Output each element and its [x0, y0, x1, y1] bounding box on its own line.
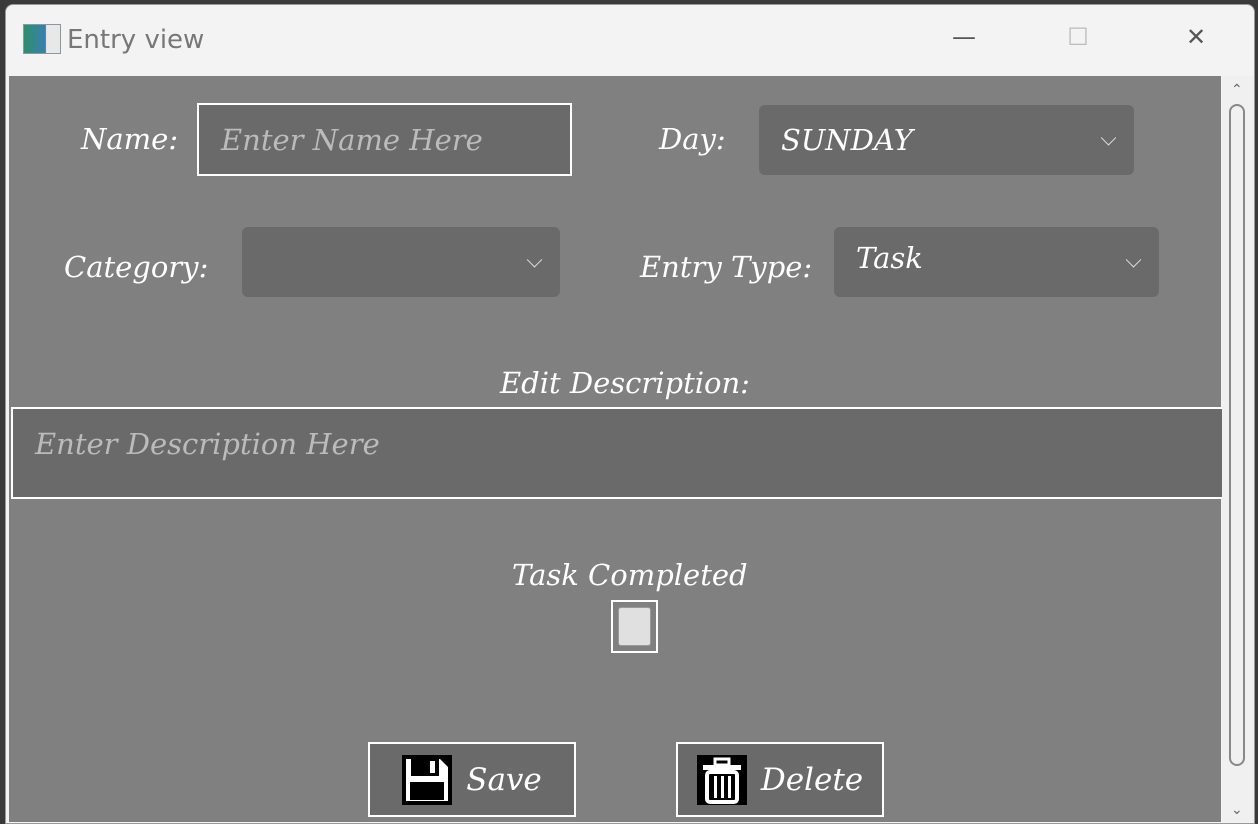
entry-type-select[interactable]: Task [834, 227, 1159, 297]
scrollbar-thumb[interactable] [1229, 104, 1245, 766]
minimize-button[interactable]: — [944, 23, 984, 53]
scroll-up-icon[interactable]: ⌃ [1231, 82, 1243, 98]
trash-icon [696, 754, 747, 805]
window-title: Entry view [67, 25, 205, 55]
floppy-disk-icon [402, 754, 453, 805]
category-label: Category: [64, 250, 209, 284]
form-area: Name: Enter Name Here Day: SUNDAY Catego… [9, 76, 1226, 822]
task-completed-checkbox[interactable] [611, 600, 658, 653]
scroll-down-icon[interactable]: ⌄ [1231, 802, 1243, 818]
delete-label: Delete [760, 761, 864, 798]
delete-button[interactable]: Delete [676, 742, 884, 817]
chevron-down-icon [1100, 130, 1117, 146]
entry-type-label: Entry Type: [640, 250, 813, 284]
app-icon [23, 24, 61, 54]
description-input[interactable]: Enter Description Here [11, 407, 1226, 499]
day-label: Day: [659, 122, 726, 156]
category-select[interactable] [242, 227, 560, 297]
chevron-down-icon [1125, 252, 1142, 268]
task-completed-label: Task Completed [512, 558, 748, 592]
entry-type-value: Task [856, 241, 923, 275]
description-label: Edit Description: [500, 366, 750, 400]
day-select[interactable]: SUNDAY [759, 105, 1134, 175]
day-value: SUNDAY [781, 123, 913, 157]
chevron-down-icon [526, 252, 543, 268]
maximize-button[interactable]: ☐ [1058, 23, 1098, 53]
name-input[interactable]: Enter Name Here [197, 103, 572, 176]
vertical-scrollbar[interactable]: ⌃ ⌄ [1222, 76, 1254, 822]
save-label: Save [466, 761, 542, 798]
title-bar: Entry view — ☐ ✕ [6, 5, 1254, 75]
entry-view-window: Entry view — ☐ ✕ Name: Enter Name Here D… [5, 4, 1255, 824]
close-button[interactable]: ✕ [1176, 23, 1216, 53]
save-button[interactable]: Save [368, 742, 576, 817]
name-label: Name: [81, 122, 179, 156]
